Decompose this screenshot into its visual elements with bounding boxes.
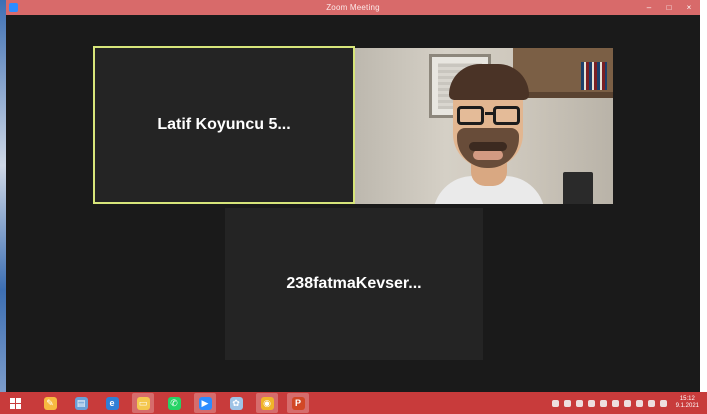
taskbar-app[interactable]: ✆ [163,393,185,413]
glasses-icon [457,106,521,128]
chrome-icon: ◉ [260,396,274,410]
taskbar-app[interactable]: ▤ [70,393,92,413]
participant-name: Latif Koyuncu 5... [157,116,291,133]
gallery-view: Latif Koyuncu 5... 238fatmaKevser... [6,15,700,392]
windows-logo-icon [9,397,21,409]
sync-icon[interactable] [587,399,595,407]
system-tray: 15:12 9.1.2021 [551,392,699,414]
notification-icon[interactable] [575,399,583,407]
zoom-meeting-window: Zoom Meeting – □ × Latif Koyuncu 5... 23… [6,0,700,392]
zoom-icon: ▶ [198,396,212,410]
paint-icon: ✎ [43,396,57,410]
participant-video-tile[interactable] [355,48,613,204]
participant-tile[interactable]: 238fatmaKevser... [225,208,483,360]
taskbar-app[interactable]: ✿ [225,393,247,413]
start-button[interactable] [0,392,30,414]
file-explorer-icon: ▭ [136,396,150,410]
minimize-button[interactable]: – [644,3,654,12]
participant-tile[interactable]: Latif Koyuncu 5... [93,46,355,204]
taskbar-app[interactable]: ✎ [39,393,61,413]
zoom-app-icon [9,3,18,12]
taskbar-app[interactable]: ◉ [256,393,278,413]
volume-icon[interactable] [635,399,643,407]
windows-taskbar: ✎ ▤ e ▭ ✆ ▶ ✿ ◉ P 15:12 9.1.2021 [0,392,707,414]
desktop-edge-right [700,0,707,414]
participant-mustache [469,142,507,151]
keyboard-icon[interactable] [659,399,667,407]
security-icon[interactable] [563,399,571,407]
title-bar[interactable]: Zoom Meeting – □ × [6,0,700,15]
books [581,62,607,90]
maximize-button[interactable]: □ [664,3,674,12]
clock-date: 9.1.2021 [675,403,699,409]
taskbar-clock[interactable]: 15:12 9.1.2021 [676,396,699,410]
network-icon[interactable] [611,399,619,407]
taskbar-apps: ✎ ▤ e ▭ ✆ ▶ ✿ ◉ P [30,393,309,413]
taskbar-app[interactable]: ▶ [194,393,216,413]
flag-icon[interactable] [647,399,655,407]
zoom-tray-icon[interactable] [551,399,559,407]
whatsapp-icon: ✆ [167,396,181,410]
participant-name: 238fatmaKevser... [286,275,422,292]
clock-time: 15:12 [679,396,695,402]
taskbar-app[interactable]: ▭ [132,393,154,413]
battery-icon[interactable] [599,399,607,407]
paint-palette-icon: ✿ [229,396,243,410]
taskbar-app[interactable]: e [101,393,123,413]
window-controls: – □ × [644,1,694,14]
notebook-icon: ▤ [74,396,88,410]
internet-explorer-icon: e [105,396,119,410]
close-button[interactable]: × [684,3,694,12]
taskbar-app[interactable]: P [287,393,309,413]
tray-icons [551,399,667,407]
dark-object [563,172,593,204]
window-title: Zoom Meeting [326,3,380,12]
participant-mouth [473,150,503,160]
display-icon[interactable] [623,399,631,407]
powerpoint-icon: P [291,396,305,410]
